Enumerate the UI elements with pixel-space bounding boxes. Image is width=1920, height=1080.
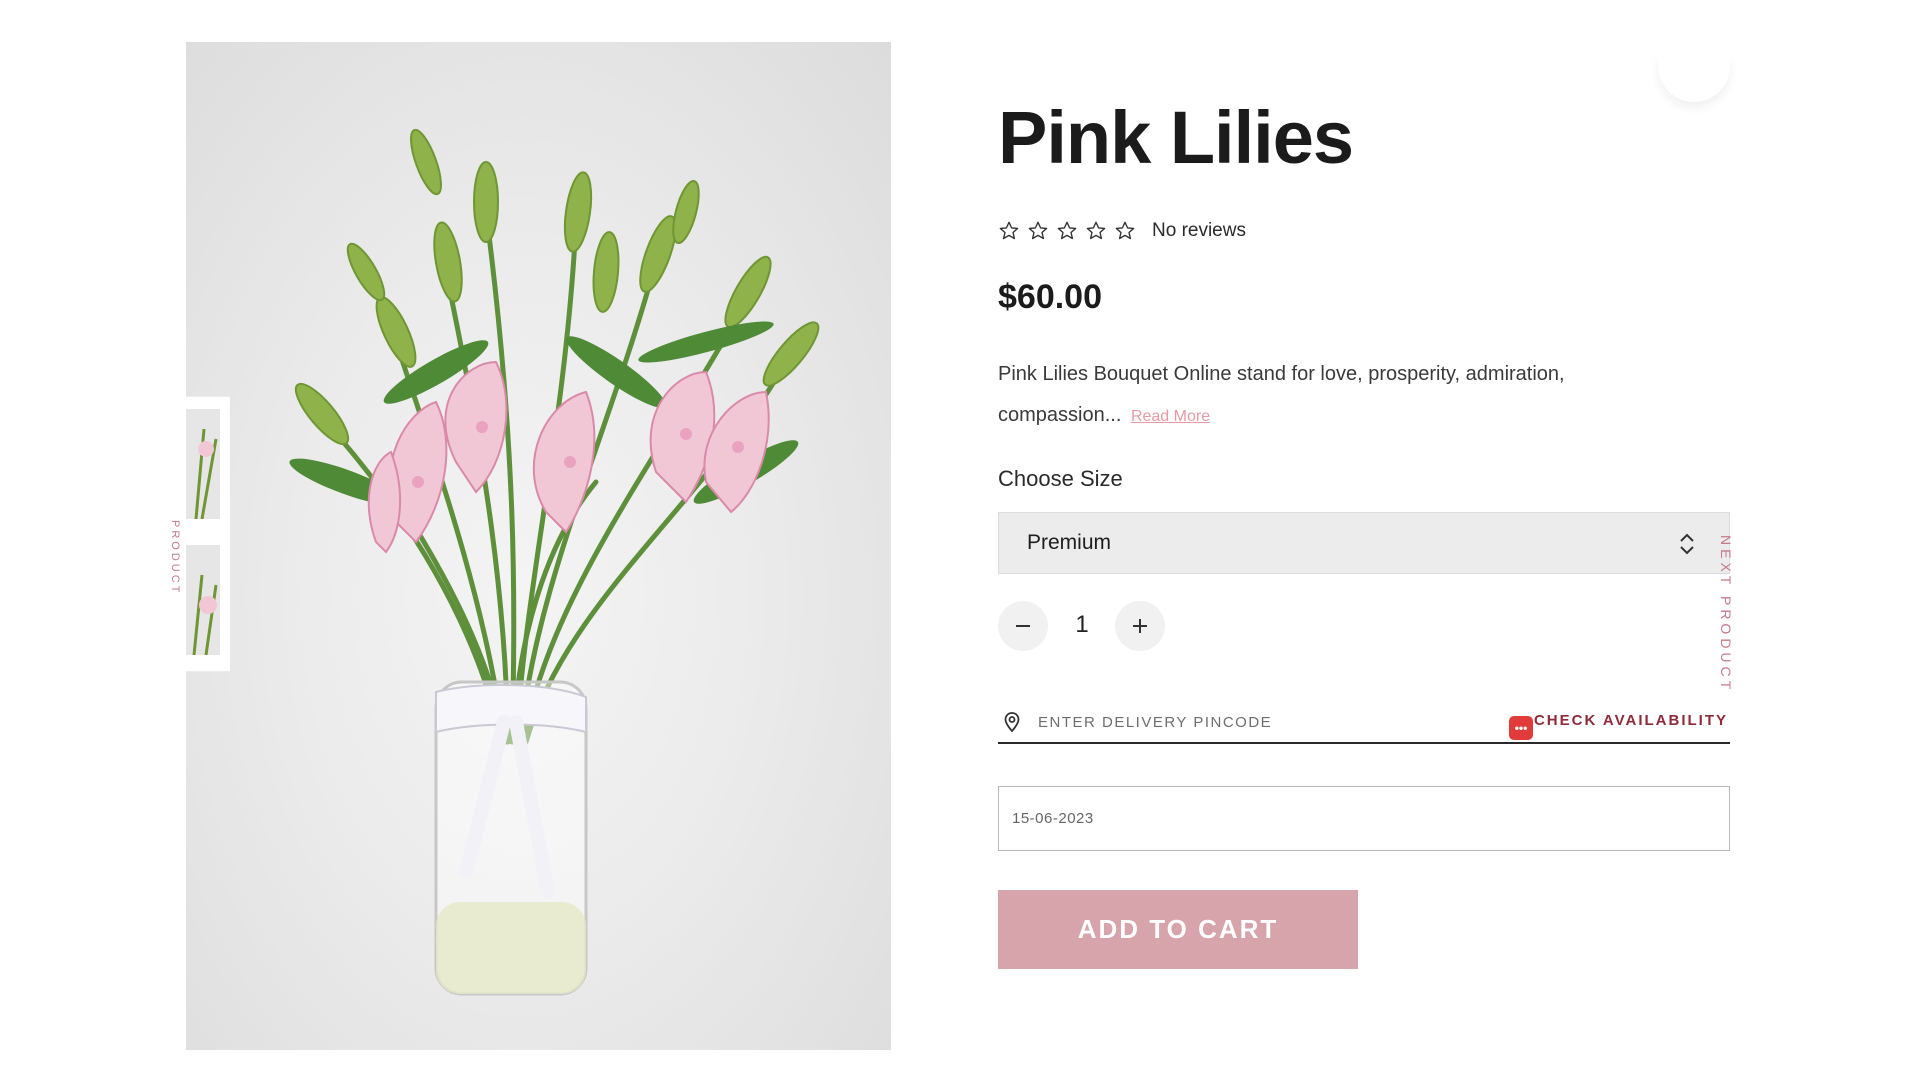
star-rating: No reviews [998,220,1246,242]
location-pin-icon [1004,712,1020,732]
lily-bouquet-illustration [289,128,820,996]
add-to-cart-button[interactable]: ADD TO CART [998,890,1358,969]
delivery-date-value: 15-06-2023 [1012,810,1094,827]
check-availability-button[interactable]: CHECK AVAILABILITY [1534,712,1728,729]
product-image [186,42,891,1050]
size-label: Choose Size [998,466,1123,491]
star-icon [1057,221,1077,240]
thumbnail-1[interactable] [186,409,220,519]
quantity-value: 1 [1075,611,1089,638]
product-title: Pink Lilies [998,96,1354,179]
star-icon [999,221,1019,240]
description-text: Pink Lilies Bouquet Online stand for lov… [998,363,1565,426]
thumbnail-strip [186,396,230,672]
corner-circle-button[interactable] [1658,54,1730,102]
read-more-link[interactable]: Read More [1131,408,1210,425]
chat-icon[interactable]: ••• [1509,716,1533,740]
delivery-date-field[interactable]: 15-06-2023 [998,786,1730,851]
product-price: $60.00 [998,278,1102,316]
size-select[interactable]: Premium [998,512,1730,574]
quantity-increase-button[interactable] [1115,601,1165,651]
plus-icon [1133,619,1147,633]
reviews-count[interactable]: No reviews [1152,220,1246,242]
minus-icon [1016,625,1030,627]
pincode-input[interactable] [1036,708,1480,736]
previous-product-link[interactable]: PRODUCT [169,520,181,595]
quantity-decrease-button[interactable] [998,601,1048,651]
chevron-updown-icon [1680,533,1694,555]
pincode-row: CHECK AVAILABILITY [998,700,1730,744]
thumbnail-2[interactable] [186,545,220,655]
product-description: Pink Lilies Bouquet Online stand for lov… [998,354,1658,437]
star-icon [1028,221,1048,240]
size-select-value: Premium [1027,531,1112,554]
next-product-link[interactable]: NEXT PRODUCT [1718,535,1734,693]
star-icon [1086,221,1106,240]
star-icon [1115,221,1135,240]
